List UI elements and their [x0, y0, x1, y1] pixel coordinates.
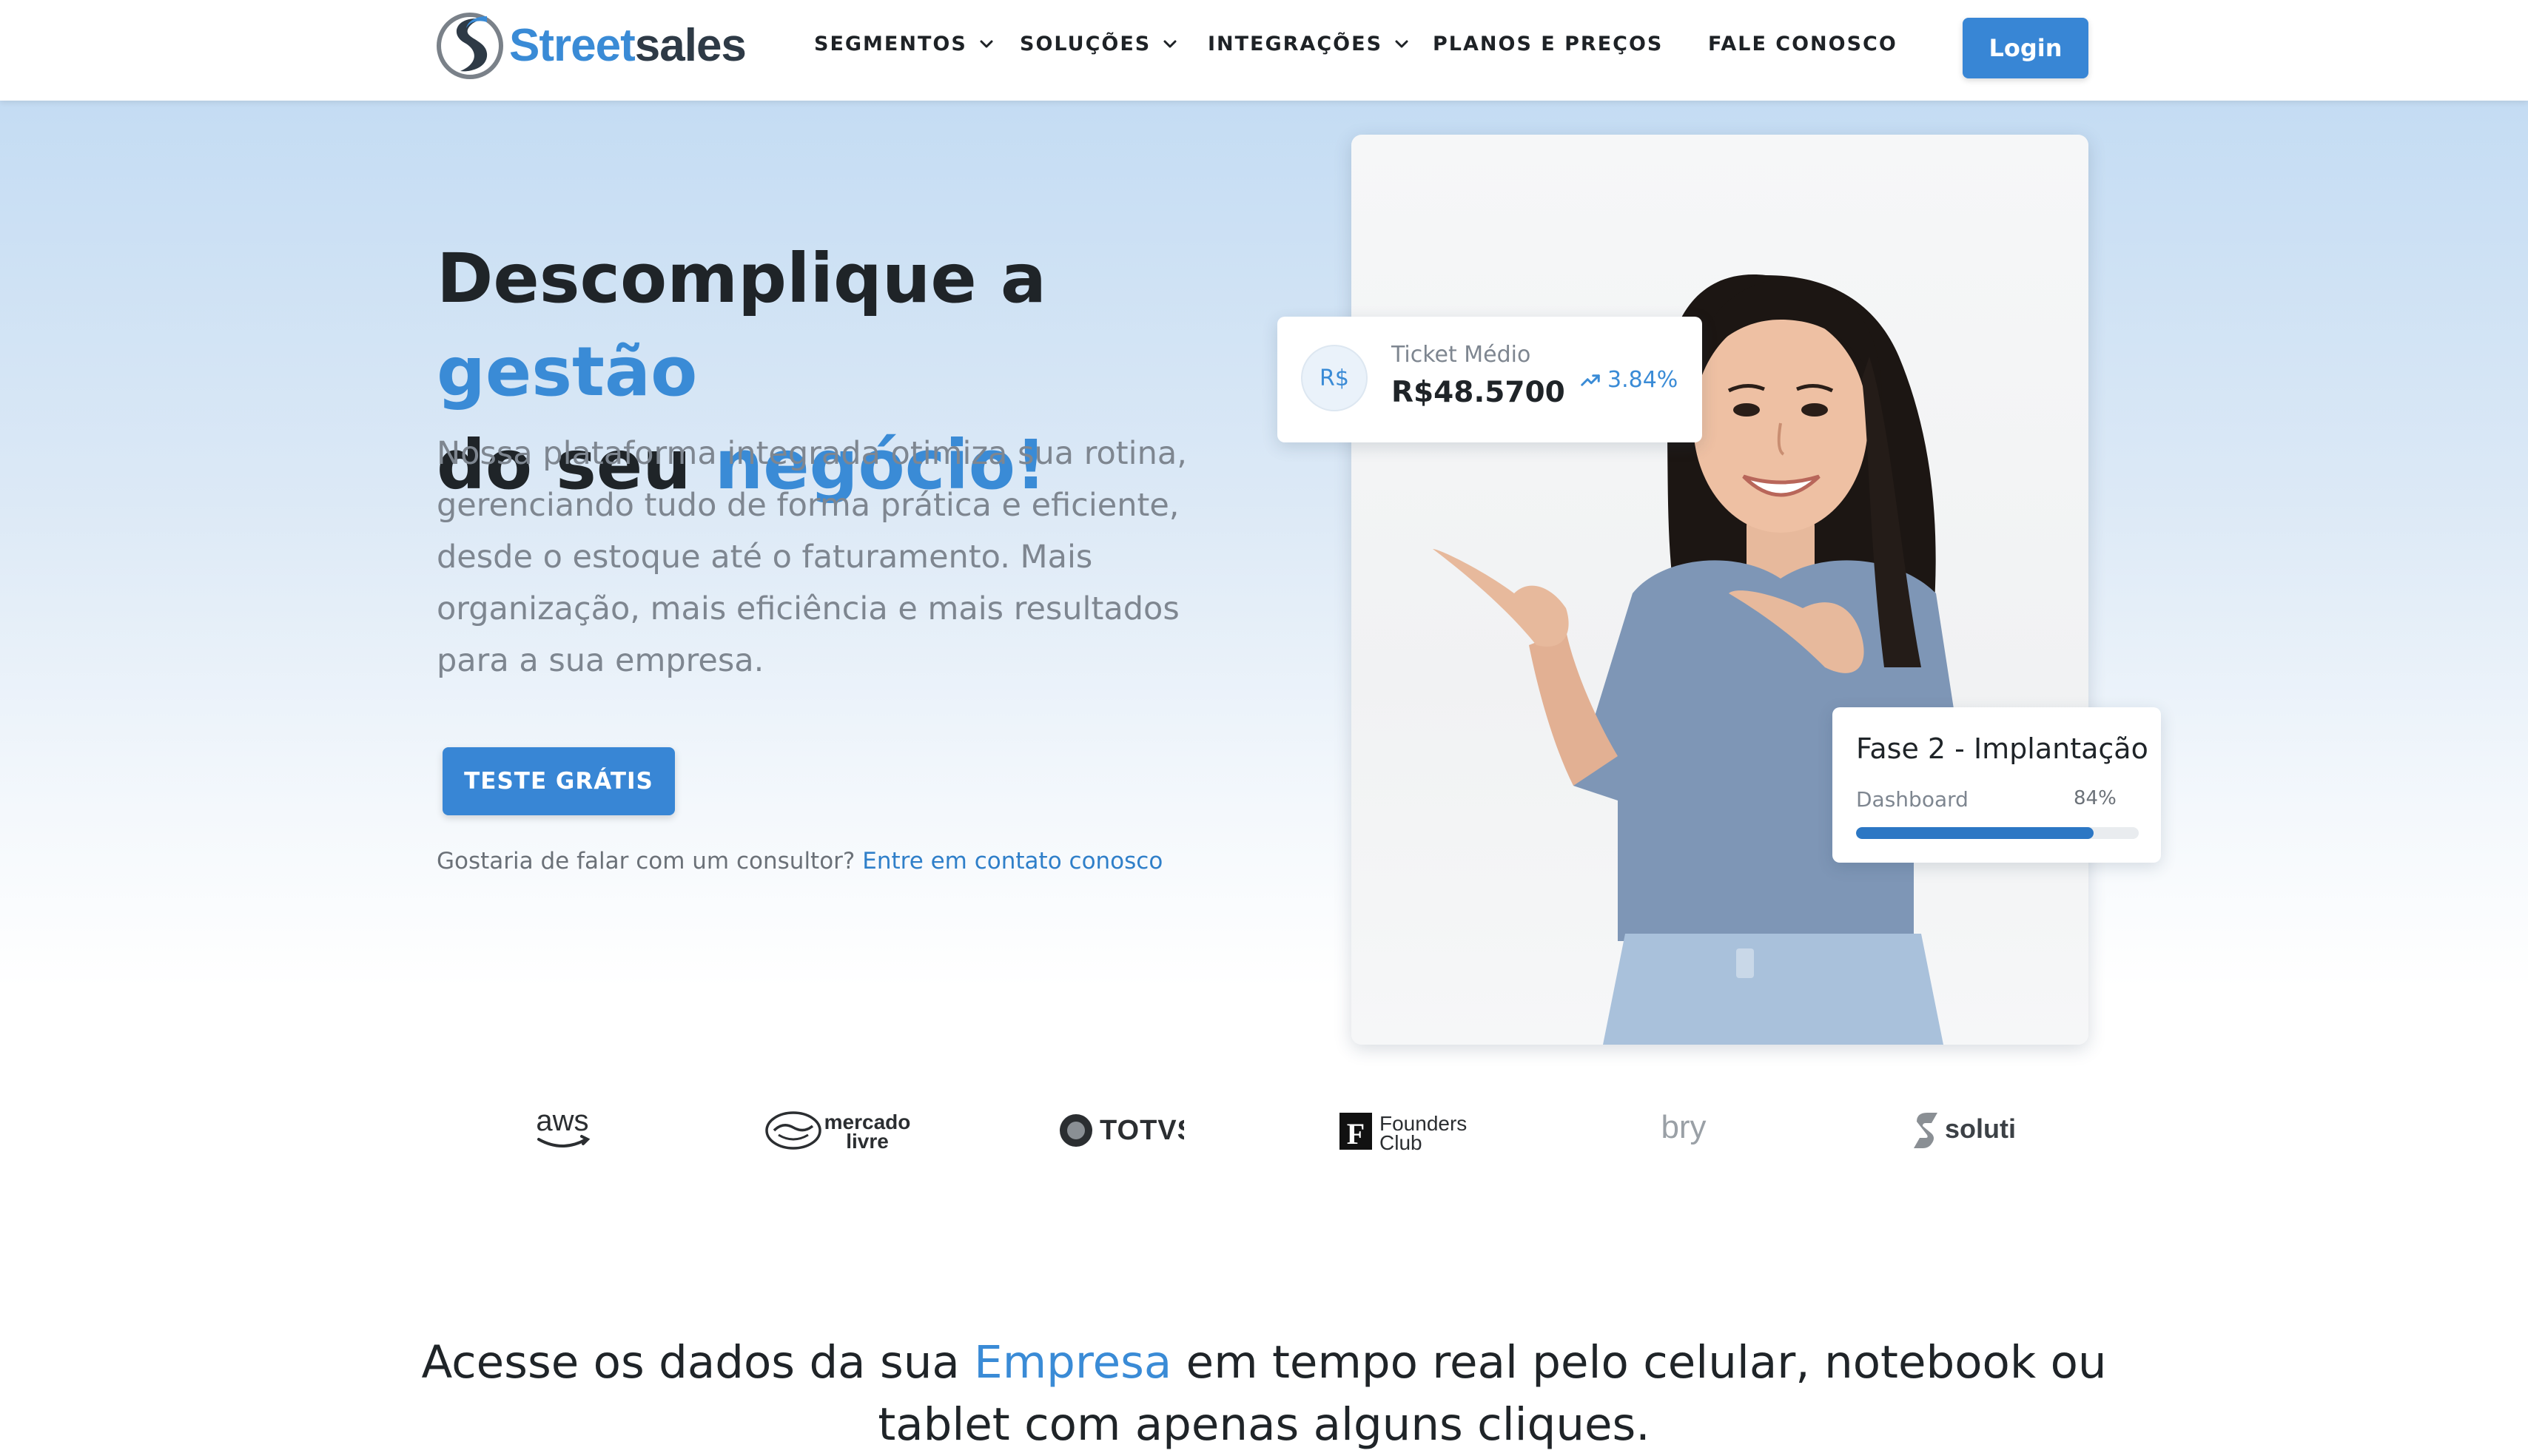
streetsales-logo-icon: [437, 13, 503, 79]
nav-item-segmentos[interactable]: SEGMENTOS: [814, 33, 995, 55]
nav-item-label: FALE CONOSCO: [1708, 33, 1897, 55]
nav-item-fale-conosco[interactable]: FALE CONOSCO: [1708, 33, 1897, 55]
login-button[interactable]: Login: [1963, 18, 2088, 78]
ticket-trend: 3.84%: [1579, 367, 1678, 393]
consultant-prompt-text: Gostaria de falar com um consultor?: [437, 848, 855, 874]
founders-club-logo-text: F: [1347, 1117, 1365, 1150]
totvs-logo: TOTVS: [1060, 1114, 1184, 1147]
chevron-down-icon: [1163, 40, 1177, 47]
partner-logo-totvs: TOTVS: [1058, 1101, 1184, 1160]
section-heading-highlight: Empresa: [974, 1336, 1172, 1389]
trending-up-icon: [1581, 374, 1600, 386]
bry-logo: bry: [1661, 1109, 1706, 1145]
chevron-down-icon: [980, 40, 993, 47]
consultant-prompt: Gostaria de falar com um consultor? Entr…: [437, 848, 1163, 874]
implementation-phase-card: Fase 2 - Implantação Dashboard 84%: [1832, 707, 2161, 863]
top-navbar: Streetsales SEGMENTOS SOLUÇÕES INTEGRAÇÕ…: [0, 0, 2528, 101]
nav-item-solucoes[interactable]: SOLUÇÕES: [1020, 33, 1179, 55]
ticket-medio-card: R$ Ticket Médio R$48.5700 3.84%: [1277, 317, 1702, 442]
aws-logo-text: aws: [536, 1105, 588, 1137]
devices-section-heading: Acesse os dados da sua Empresa em tempo …: [414, 1332, 2114, 1456]
mercado-livre-logo: mercado livre: [765, 1110, 910, 1153]
soluti-logo: soluti: [1914, 1113, 2016, 1148]
nav-item-planos-e-precos[interactable]: PLANOS E PREÇOS: [1433, 33, 1663, 55]
logo-word-street: Street: [509, 19, 636, 71]
logo-wordmark: Streetsales: [509, 19, 747, 72]
free-trial-button[interactable]: TESTE GRÁTIS: [443, 747, 675, 815]
woman-pointing-image: [1433, 274, 1966, 1045]
nav-item-label: PLANOS E PREÇOS: [1433, 33, 1664, 55]
headline-text: Descomplique a: [437, 239, 1046, 318]
hero-section: Descomplique a gestão do seu negócio! No…: [0, 101, 2528, 1045]
phase-progress-fill: [1856, 827, 2094, 839]
nav-item-label: INTEGRAÇÕES: [1208, 33, 1383, 55]
phase-subtitle: Dashboard: [1856, 787, 1969, 812]
ticket-label: Ticket Médio: [1391, 342, 1531, 368]
founders-club-logo-text: Club: [1379, 1131, 1422, 1154]
headline-highlight: gestão: [437, 332, 698, 411]
nav-item-label: SEGMENTOS: [814, 33, 967, 55]
totvs-logo-text: TOTVS: [1100, 1115, 1184, 1146]
aws-logo: aws: [536, 1105, 591, 1147]
nav-item-integracoes[interactable]: INTEGRAÇÕES: [1208, 33, 1411, 55]
soluti-logo-text: soluti: [1945, 1113, 2016, 1144]
chevron-down-icon: [1395, 40, 1408, 47]
founders-club-logo: F Founders Club: [1339, 1112, 1467, 1154]
hero-description: Nossa plataforma integrada otimiza sua r…: [437, 435, 1187, 679]
trend-percent: 3.84%: [1607, 367, 1678, 393]
hero-photo-card: [1351, 135, 2088, 1045]
currency-badge: R$: [1301, 345, 1368, 411]
phase-title: Fase 2 - Implantação: [1856, 732, 2148, 765]
phase-progress-track: [1856, 827, 2139, 839]
contact-us-link[interactable]: Entre em contato conosco: [862, 848, 1163, 874]
streetsales-logo[interactable]: Streetsales: [435, 9, 747, 81]
logo-word-sales: sales: [634, 19, 747, 71]
ticket-value: R$48.5700: [1391, 376, 1565, 409]
partner-logo-mercado-livre: mercado livre: [764, 1101, 919, 1160]
nav-item-label: SOLUÇÕES: [1020, 33, 1152, 55]
partner-logo-aws: aws: [518, 1101, 607, 1160]
partner-logo-founders-club: F Founders Club: [1338, 1101, 1471, 1160]
partner-logo-bry: bry: [1658, 1101, 1710, 1160]
phase-percent: 84%: [2074, 787, 2117, 809]
bry-logo-text: bry: [1661, 1109, 1706, 1145]
section-heading-text: Acesse os dados da sua: [421, 1336, 975, 1389]
mercado-livre-logo-text: livre: [846, 1130, 889, 1153]
partner-logo-soluti: soluti: [1909, 1101, 2020, 1160]
